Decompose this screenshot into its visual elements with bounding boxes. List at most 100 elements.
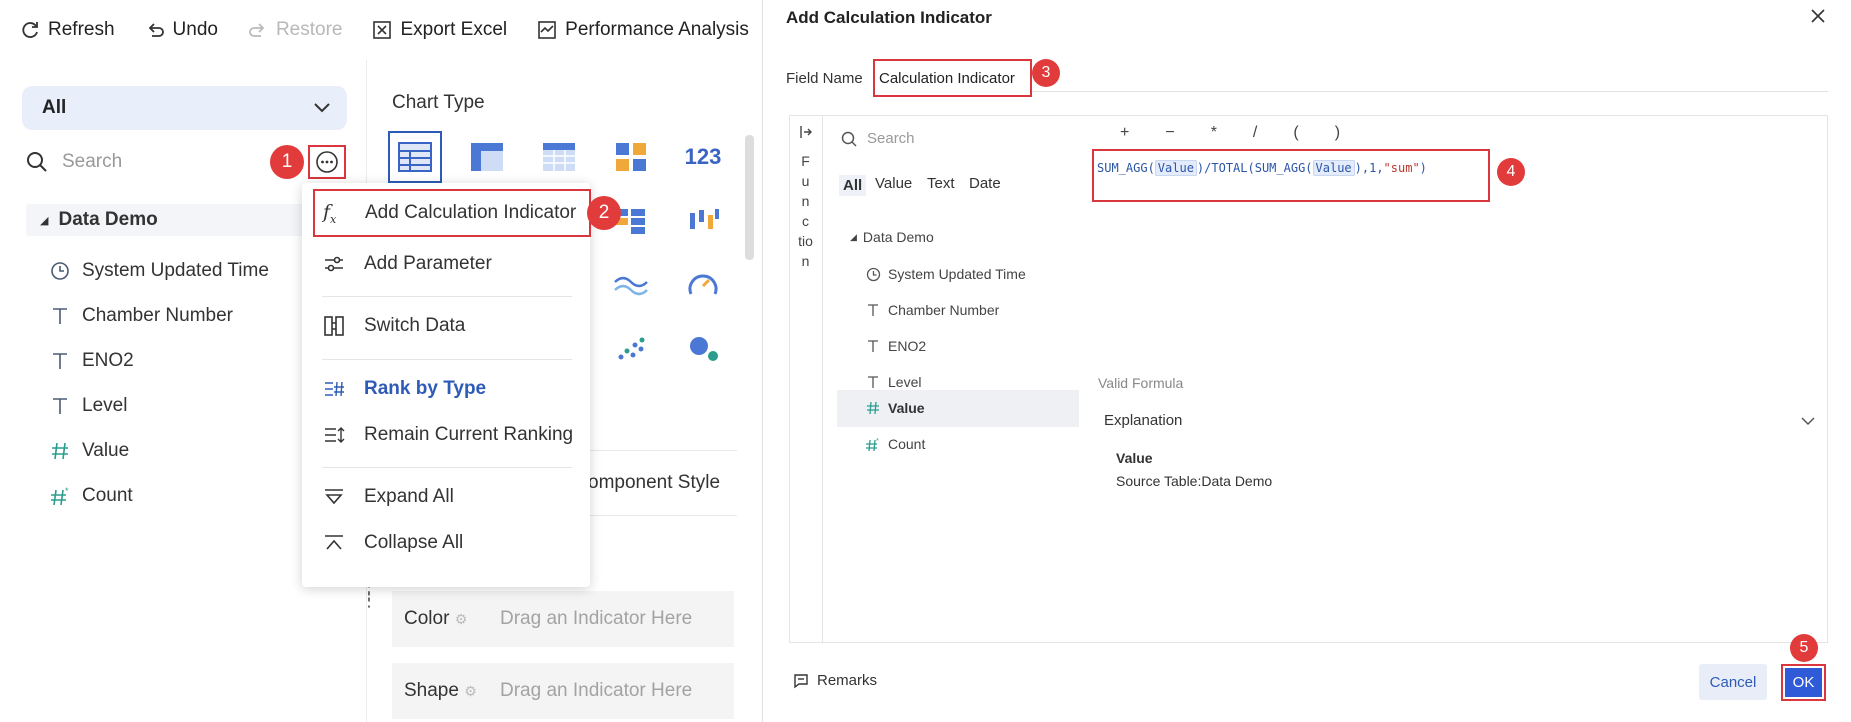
formula-field-token: Value (1154, 160, 1197, 176)
shape-drop-zone[interactable]: Shape ⚙ Drag an Indicator Here (392, 663, 734, 719)
chart-type-scatter-icon[interactable] (609, 327, 653, 371)
step-marker-1: 1 (270, 145, 304, 179)
explanation-source: Source Table:Data Demo (1116, 473, 1273, 489)
formula-part: ) (1419, 161, 1427, 175)
chart-type-bubble-icon[interactable] (681, 327, 725, 371)
field-item[interactable]: Value (46, 436, 129, 466)
dialog-field-item[interactable]: * Count (864, 432, 925, 456)
field-item[interactable]: Chamber Number (46, 301, 233, 331)
chart-type-crosstab-icon[interactable] (465, 135, 509, 179)
remarks-button[interactable]: Remarks (793, 672, 877, 689)
refresh-icon (22, 22, 38, 38)
field-search[interactable]: Search (26, 146, 122, 178)
field-item[interactable]: System Updated Time (46, 256, 269, 286)
menu-item-collapse-all[interactable]: Collapse All (302, 520, 590, 566)
field-label: Chamber Number (82, 305, 233, 326)
dialog-field-item[interactable]: Level (864, 370, 921, 394)
chart-type-area-icon[interactable] (609, 263, 653, 307)
undo-icon (148, 23, 164, 37)
menu-item-add-calculation-indicator[interactable]: fx Add Calculation Indicator (313, 189, 591, 237)
menu-item-switch-data[interactable]: Switch Data (302, 303, 590, 349)
caret-down-icon: ◢ (40, 214, 49, 227)
dataset-select[interactable]: All (22, 86, 347, 130)
field-label: System Updated Time (888, 266, 1026, 282)
function-strip-char: tio (798, 233, 813, 249)
field-name-underline (1032, 91, 1828, 92)
chart-type-card-icon[interactable] (609, 135, 653, 179)
operator-multiply[interactable]: * (1211, 124, 1217, 142)
formula-field-token: Value (1312, 160, 1355, 176)
operator-divide[interactable]: / (1253, 124, 1257, 142)
chart-type-scrollbar[interactable] (745, 135, 754, 260)
menu-item-label: Add Calculation Indicator (365, 202, 577, 223)
refresh-button[interactable]: Refresh (20, 19, 115, 41)
function-strip-char: u (801, 173, 810, 189)
calc-number-icon: * (864, 437, 882, 451)
tree-root-label: Data Demo (862, 229, 934, 245)
close-button[interactable] (1808, 6, 1828, 31)
drag-handle-icon[interactable]: ⋮ ⋮ (360, 583, 378, 609)
ok-button[interactable]: OK (1785, 668, 1822, 697)
menu-divider (322, 296, 572, 297)
undo-button[interactable]: Undo (145, 19, 218, 41)
chart-type-number-icon[interactable]: 123 (681, 135, 725, 179)
text-type-icon (864, 375, 882, 389)
menu-item-rank-by-type[interactable]: Rank by Type (302, 366, 590, 412)
gear-icon: ⚙ (454, 611, 468, 627)
clock-icon (864, 267, 882, 282)
operator-plus[interactable]: + (1120, 124, 1129, 142)
fx-icon: fx (323, 200, 337, 226)
tree-root-data-demo[interactable]: ◢ Data Demo (26, 204, 306, 236)
search-placeholder: Search (867, 130, 915, 147)
menu-item-add-parameter[interactable]: Add Parameter (302, 241, 590, 287)
caret-down-icon: ◢ (850, 231, 857, 242)
formula-input[interactable]: SUM_AGG(Value)/TOTAL(SUM_AGG(Value),1,"s… (1092, 149, 1490, 202)
function-panel-toggle[interactable]: F u n c tio n (789, 115, 823, 643)
dialog-field-search[interactable]: Search (841, 130, 915, 147)
chart-type-gauge-icon[interactable] (681, 263, 725, 307)
redo-icon (249, 23, 265, 37)
performance-analysis-button[interactable]: Performance Analysis (537, 19, 749, 41)
cancel-button[interactable]: Cancel (1699, 664, 1767, 700)
field-label: Count (82, 485, 133, 506)
operator-open-paren[interactable]: ( (1293, 124, 1298, 142)
explanation-toggle[interactable]: Explanation (1104, 412, 1816, 429)
function-strip-char: n (801, 253, 810, 269)
field-item[interactable]: Level (46, 391, 127, 421)
chart-type-waterfall-icon[interactable] (681, 199, 725, 243)
dialog-tree-root[interactable]: ◢ Data Demo (850, 225, 934, 249)
chart-type-detail-table-icon[interactable] (537, 135, 581, 179)
restore-button[interactable]: Restore (248, 19, 342, 41)
chart-type-table-icon[interactable] (393, 135, 437, 179)
menu-divider (322, 359, 572, 360)
dialog-field-item-selected[interactable]: Value (864, 396, 925, 420)
field-item[interactable]: * Count (46, 481, 133, 511)
filter-tab-date[interactable]: Date (969, 175, 1001, 192)
field-label: Value (82, 440, 130, 461)
chevron-down-icon (1801, 416, 1815, 425)
shape-drop-placeholder: Drag an Indicator Here (500, 680, 693, 701)
function-strip-char: F (801, 153, 810, 169)
text-type-icon (864, 339, 882, 353)
filter-tab-value[interactable]: Value (875, 175, 912, 192)
operator-close-paren[interactable]: ) (1335, 124, 1340, 142)
more-options-button[interactable] (308, 145, 346, 179)
operator-minus[interactable]: − (1165, 124, 1174, 142)
comment-icon (794, 673, 808, 688)
field-item[interactable]: ENO2 (46, 346, 134, 376)
export-excel-button[interactable]: Export Excel (372, 19, 507, 41)
shape-label: Shape ⚙ (404, 680, 477, 701)
filter-tab-text[interactable]: Text (927, 175, 955, 192)
menu-item-expand-all[interactable]: Expand All (302, 474, 590, 520)
menu-item-label: Rank by Type (364, 378, 487, 399)
field-name-input[interactable]: Calculation Indicator (873, 59, 1032, 97)
dialog-title: Add Calculation Indicator (786, 8, 992, 27)
dialog-field-item[interactable]: Chamber Number (864, 298, 999, 322)
dialog-field-item[interactable]: ENO2 (864, 334, 926, 358)
color-drop-zone[interactable]: Color ⚙ Drag an Indicator Here (392, 591, 734, 647)
dialog-field-item[interactable]: System Updated Time (864, 262, 1026, 286)
menu-item-remain-current-ranking[interactable]: Remain Current Ranking (302, 412, 590, 458)
filter-tab-all[interactable]: All (839, 175, 867, 196)
search-placeholder: Search (62, 151, 123, 172)
component-style-tab[interactable]: omponent Style (588, 472, 720, 494)
